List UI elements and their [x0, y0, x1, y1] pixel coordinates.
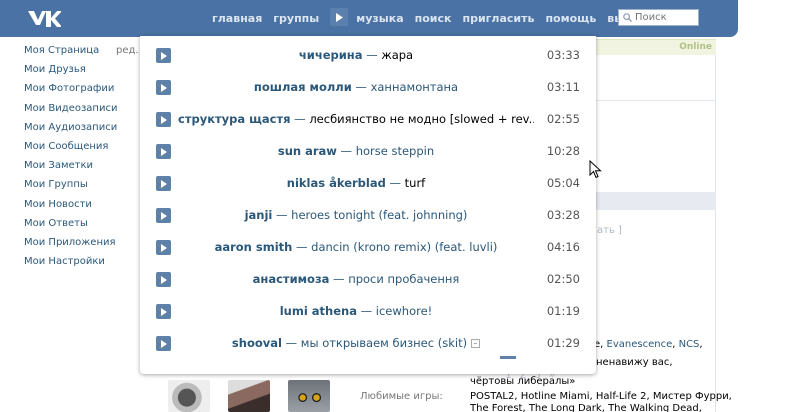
search-input[interactable] [635, 12, 695, 23]
play-icon[interactable] [156, 112, 171, 127]
left-sidebar: Моя Страница Мои Друзья Мои Фотографии М… [24, 45, 117, 275]
band-link-ncs[interactable]: NCS [679, 339, 700, 350]
sidebar-edit-link[interactable]: ред. [116, 45, 139, 56]
track-artist[interactable]: структура щастя [178, 112, 291, 126]
sidebar-item-notes[interactable]: Мои Заметки [24, 160, 117, 179]
nav-music[interactable]: музыка [356, 12, 403, 25]
nav-search[interactable]: поиск [415, 12, 452, 25]
track-duration: 03:11 [546, 80, 580, 94]
divider [596, 100, 716, 101]
mouse-cursor-icon [589, 160, 602, 179]
main-nav: главная группы музыка поиск пригласить п… [212, 8, 657, 26]
track-title: horse steppin [355, 144, 435, 158]
online-label: Online [679, 42, 712, 52]
nav-help[interactable]: помощь [545, 12, 596, 25]
track-duration: 10:28 [546, 144, 580, 158]
search-icon [623, 13, 632, 22]
track-artist[interactable]: чичерина [299, 48, 363, 62]
track-title: лесбиянство не модно [slowed + rev... [309, 112, 534, 126]
vk-logo-icon[interactable] [27, 9, 61, 29]
play-icon[interactable] [156, 48, 171, 63]
track-artist[interactable]: niklas åkerblad [287, 176, 386, 190]
photo-thumbnail[interactable] [168, 380, 210, 412]
sidebar-item-my-page[interactable]: Моя Страница [24, 45, 117, 64]
sidebar-item-friends[interactable]: Мои Друзья [24, 64, 117, 83]
track-title: turf [404, 176, 426, 190]
play-icon[interactable] [156, 80, 171, 95]
track-duration: 03:28 [546, 208, 580, 222]
track-duration: 04:16 [546, 240, 580, 254]
track-duration: 01:19 [546, 304, 580, 318]
quote-text-line: ненавижу вас, [596, 357, 673, 368]
track-duration: 03:33 [546, 48, 580, 62]
play-icon[interactable] [156, 144, 171, 159]
top-header: главная группы музыка поиск пригласить п… [0, 0, 738, 37]
audio-track[interactable]: janji — heroes tonight (feat. johnning) … [140, 198, 596, 230]
track-title: проси пробачення [348, 272, 460, 286]
sidebar-item-settings[interactable]: Мои Настройки [24, 256, 117, 275]
audio-track[interactable]: чичерина — жара 03:33 [140, 38, 596, 70]
sidebar-item-photos[interactable]: Мои Фотографии [24, 83, 117, 102]
track-artist[interactable]: анастимоза [253, 272, 330, 286]
track-duration: 02:55 [546, 112, 580, 126]
track-duration: 02:50 [546, 272, 580, 286]
play-icon[interactable] [156, 240, 171, 255]
dropdown-scroll-indicator[interactable] [500, 356, 516, 359]
track-title: icewhore! [375, 304, 433, 318]
track-artist[interactable]: janji [245, 208, 273, 222]
favorite-bands-text: e, Evanescence, NCS, [594, 339, 703, 350]
search-box[interactable] [618, 9, 699, 26]
audio-track[interactable]: sun araw — horse steppin 10:28 [140, 134, 596, 166]
track-title: мы открываем бизнес (skit) [300, 336, 468, 350]
nav-groups[interactable]: группы [273, 12, 319, 25]
track-duration: 05:04 [546, 176, 580, 190]
bracket-link[interactable]: ать ] [597, 225, 622, 236]
audio-track[interactable]: lumi athena — icewhore! 01:19 [140, 294, 596, 326]
track-title: heroes tonight (feat. johnning) [291, 208, 468, 222]
favorite-games-value: POSTAL2, Hotline Miami, Half-Life 2, Мис… [470, 391, 732, 412]
play-icon[interactable] [156, 176, 171, 191]
audio-track[interactable]: пошлая молли — ханнамонтана 03:11 [140, 70, 596, 102]
band-link-evanescence[interactable]: Evanescence [607, 339, 673, 350]
sidebar-item-videos[interactable]: Мои Видеозаписи [24, 103, 117, 122]
track-artist[interactable]: sun araw [278, 144, 337, 158]
audio-track[interactable]: структура щастя — лесбиянство не модно [… [140, 102, 596, 134]
photo-thumbnail[interactable] [228, 380, 270, 412]
track-title: ханнамонтана [370, 80, 459, 94]
section-header-bar [596, 192, 716, 210]
sidebar-item-apps[interactable]: Мои Приложения [24, 237, 117, 256]
record-icon [471, 339, 481, 348]
audio-track[interactable]: shooval — мы открываем бизнес (skit) 01:… [140, 326, 596, 358]
sidebar-item-audio[interactable]: Мои Аудиозаписи [24, 122, 117, 141]
play-icon[interactable] [156, 336, 171, 351]
play-icon [336, 12, 344, 22]
sidebar-item-messages[interactable]: Мои Сообщения [24, 141, 117, 160]
play-icon[interactable] [156, 272, 171, 287]
sidebar-item-groups[interactable]: Мои Группы [24, 179, 117, 198]
audio-track[interactable]: niklas åkerblad — turf 05:04 [140, 166, 596, 198]
audio-track[interactable]: aaron smith — dancin (krono remix) (feat… [140, 230, 596, 262]
music-play-button[interactable] [330, 8, 349, 26]
track-artist[interactable]: пошлая молли [254, 80, 352, 94]
track-artist[interactable]: aaron smith [215, 240, 293, 254]
audio-dropdown: чичерина — жара 03:33 пошлая молли — хан… [140, 36, 596, 374]
nav-invite[interactable]: пригласить [462, 12, 534, 25]
online-status-bar: Online [596, 39, 716, 55]
play-icon[interactable] [156, 208, 171, 223]
sidebar-item-news[interactable]: Мои Новости [24, 199, 117, 218]
nav-home[interactable]: главная [212, 12, 262, 25]
track-title: dancin (krono remix) (feat. luvli) [311, 240, 498, 254]
track-artist[interactable]: lumi athena [280, 304, 357, 318]
quote-text-end: чёртовы либералы» [470, 376, 576, 387]
favorite-games-label: Любимые игры: [360, 391, 443, 402]
track-title: жара [381, 48, 414, 62]
vk-page: главная группы музыка поиск пригласить п… [0, 0, 807, 412]
track-artist[interactable]: shooval [232, 336, 282, 350]
play-icon[interactable] [156, 304, 171, 319]
sidebar-item-answers[interactable]: Мои Ответы [24, 218, 117, 237]
photo-thumbnail[interactable] [288, 380, 330, 412]
audio-track[interactable]: анастимоза — проси пробачення 02:50 [140, 262, 596, 294]
track-duration: 01:29 [546, 336, 580, 350]
